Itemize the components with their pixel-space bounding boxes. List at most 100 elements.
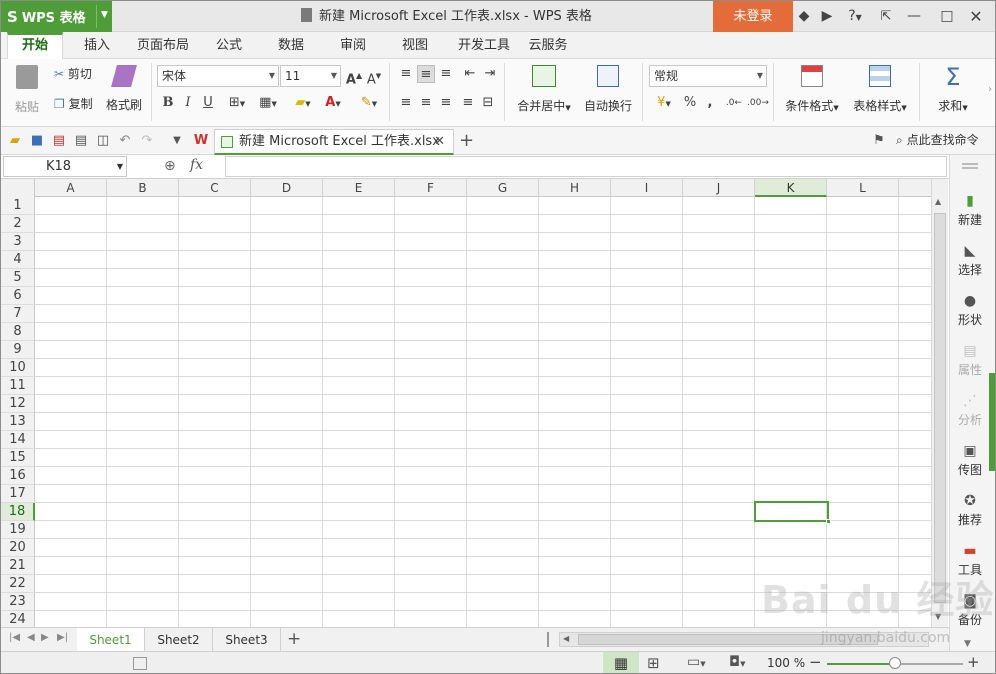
row-header-20[interactable]: 20 <box>1 539 35 557</box>
format-painter-button[interactable]: 格式刷 <box>104 65 144 113</box>
zoom-formula-icon[interactable]: ⊕ <box>164 158 176 174</box>
row-header-7[interactable]: 7 <box>1 305 35 323</box>
ribbon-tab-8[interactable]: 云服务 <box>523 32 573 59</box>
first-sheet-icon[interactable]: |◀ <box>9 632 20 643</box>
login-button[interactable]: 未登录 <box>713 1 793 32</box>
task-pane-recommend-button[interactable]: ✪ 推荐 <box>950 493 990 528</box>
column-header-j[interactable]: J <box>683 179 755 197</box>
sum-button[interactable]: Σ 求和▼ <box>931 65 975 114</box>
paste-button[interactable]: 粘贴 <box>9 65 45 115</box>
customize-toolbar-icon[interactable]: ▼ <box>169 133 185 149</box>
page-layout-view-icon[interactable]: ▭▼ <box>687 654 706 670</box>
name-box[interactable]: K18 ▼ <box>3 156 127 177</box>
ribbon-tab-7[interactable]: 开发工具 <box>449 32 519 59</box>
fill-color-icon[interactable]: ▰▼ <box>289 94 317 112</box>
column-header-k[interactable]: K <box>755 179 827 197</box>
column-header-a[interactable]: A <box>35 179 107 197</box>
cell-area[interactable] <box>35 197 931 627</box>
row-header-5[interactable]: 5 <box>1 269 35 287</box>
panel-grip-icon[interactable] <box>962 163 978 165</box>
ribbon-tab-5[interactable]: 审阅 <box>327 32 379 59</box>
task-pane-upload-image-button[interactable]: ▣ 传图 <box>950 443 990 478</box>
row-header-2[interactable]: 2 <box>1 215 35 233</box>
task-pane-expand-bar[interactable] <box>989 373 995 471</box>
comma-button[interactable]: , <box>701 94 719 112</box>
wrap-text-button[interactable]: 自动换行 <box>582 65 634 114</box>
wps-w-icon[interactable]: W <box>193 133 209 149</box>
column-header-c[interactable]: C <box>179 179 251 197</box>
app-menu-dropdown-icon[interactable]: ▼ <box>101 10 108 20</box>
vertical-scroll-thumb[interactable] <box>934 213 946 603</box>
last-sheet-icon[interactable]: ▶| <box>57 632 68 643</box>
row-header-18[interactable]: 18 <box>1 503 35 521</box>
column-header-l[interactable]: L <box>827 179 899 197</box>
skin-icon[interactable]: ◆ <box>796 1 812 32</box>
copy-button[interactable]: ❐ 复制 <box>54 95 93 112</box>
align-top-icon[interactable]: ≡ <box>397 65 415 83</box>
task-pane-shape-button[interactable]: ● 形状 <box>950 293 990 328</box>
panel-collapse-icon[interactable]: ▼ <box>964 639 971 649</box>
zoom-slider[interactable] <box>827 657 963 669</box>
close-icon[interactable]: ✕ <box>967 1 985 32</box>
clear-format-icon[interactable]: ✎▼ <box>355 94 383 112</box>
row-header-1[interactable]: 1 <box>1 197 35 215</box>
insert-function-button[interactable]: fx <box>190 157 203 173</box>
task-pane-select-button[interactable]: ◣ 选择 <box>950 243 990 278</box>
app-menu-button[interactable]: S WPS 表格 ▼ <box>1 1 112 32</box>
row-header-16[interactable]: 16 <box>1 467 35 485</box>
row-header-15[interactable]: 15 <box>1 449 35 467</box>
italic-icon[interactable]: I <box>179 94 197 112</box>
shrink-font-icon[interactable]: A▼ <box>365 67 383 87</box>
decrease-decimal-icon[interactable]: .00→ <box>747 94 769 112</box>
cell-shading-icon[interactable]: ▦▼ <box>254 94 282 112</box>
ribbon-tab-4[interactable]: 数据 <box>267 32 315 59</box>
align-bottom-icon[interactable]: ≡ <box>437 65 455 83</box>
sheet-tab-sheet2[interactable]: Sheet2 <box>145 628 213 652</box>
column-header-g[interactable]: G <box>467 179 539 197</box>
zoom-slider-knob[interactable] <box>889 657 901 669</box>
column-header-h[interactable]: H <box>539 179 611 197</box>
undo-icon[interactable]: ↶ <box>117 133 133 149</box>
row-header-6[interactable]: 6 <box>1 287 35 305</box>
row-header-24[interactable]: 24 <box>1 611 35 627</box>
save-icon[interactable]: ■ <box>29 133 45 149</box>
align-center-icon[interactable]: ≡ <box>417 94 435 112</box>
ribbon-tab-0[interactable]: 开始 <box>7 32 63 60</box>
column-header-e[interactable]: E <box>323 179 395 197</box>
export-pdf-icon[interactable]: ▤ <box>51 133 67 149</box>
align-left-icon[interactable]: ≡ <box>397 94 415 112</box>
increase-decimal-icon[interactable]: .0← <box>725 94 743 112</box>
font-name-select[interactable]: 宋体 ▼ <box>157 65 279 87</box>
scroll-up-icon[interactable]: ▲ <box>935 197 941 206</box>
next-sheet-icon[interactable]: ▶ <box>41 632 49 643</box>
conditional-format-button[interactable]: 条件格式▼ <box>781 65 843 114</box>
redo-icon[interactable]: ↷ <box>139 133 155 149</box>
font-color-icon[interactable]: A▼ <box>319 94 347 112</box>
borders-icon[interactable]: ⊞▼ <box>223 94 251 112</box>
zoom-in-icon[interactable]: + <box>967 653 980 671</box>
row-header-3[interactable]: 3 <box>1 233 35 251</box>
row-header-14[interactable]: 14 <box>1 431 35 449</box>
minimize-icon[interactable]: — <box>905 1 923 32</box>
number-format-select[interactable]: 常规 ▼ <box>649 65 767 87</box>
page-break-view-icon[interactable]: ⊞ <box>647 654 660 672</box>
vertical-scrollbar[interactable]: ▲ ▼ <box>931 179 948 627</box>
ribbon-tab-2[interactable]: 页面布局 <box>131 32 195 59</box>
column-header-i[interactable]: I <box>611 179 683 197</box>
sheet-tab-sheet3[interactable]: Sheet3 <box>213 628 281 652</box>
font-size-select[interactable]: 11 ▼ <box>280 65 341 87</box>
row-header-9[interactable]: 9 <box>1 341 35 359</box>
row-header-23[interactable]: 23 <box>1 593 35 611</box>
task-pane-analysis-button[interactable]: ⋰ 分析 <box>950 393 990 428</box>
merge-center-button[interactable]: 合并居中▼ <box>514 65 574 114</box>
column-header-d[interactable]: D <box>251 179 323 197</box>
ribbon-scroll-right-icon[interactable]: › <box>981 81 995 99</box>
row-header-12[interactable]: 12 <box>1 395 35 413</box>
decrease-indent-icon[interactable]: ⇤ <box>461 65 479 83</box>
row-header-22[interactable]: 22 <box>1 575 35 593</box>
row-header-17[interactable]: 17 <box>1 485 35 503</box>
find-command-button[interactable]: ⌕ 点此查找命令 <box>896 131 979 148</box>
ribbon-tab-3[interactable]: 公式 <box>205 32 253 59</box>
row-header-10[interactable]: 10 <box>1 359 35 377</box>
row-header-4[interactable]: 4 <box>1 251 35 269</box>
